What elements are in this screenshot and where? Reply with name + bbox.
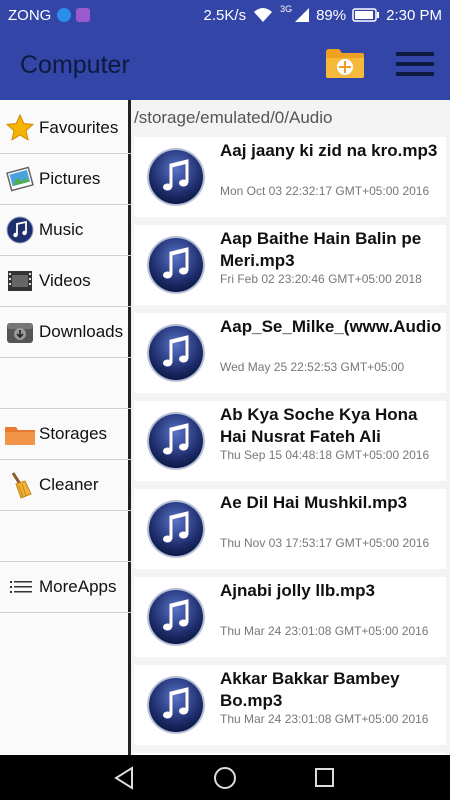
- star-icon: [4, 112, 36, 144]
- sidebar-item-label: Pictures: [39, 169, 101, 188]
- file-name: Ab Kya Soche Kya Hona Hai Nusrat Fateh A…: [220, 405, 418, 446]
- navigation-bar: [0, 755, 450, 800]
- sidebar-item-downloads[interactable]: Downloads: [0, 307, 131, 358]
- file-row[interactable]: Ab Kya Soche Kya Hona Hai Nusrat Fateh A…: [134, 401, 446, 481]
- list-icon: [4, 571, 36, 603]
- file-date: Thu Mar 24 23:01:08 GMT+05:00 2016: [220, 712, 429, 726]
- network-type: 3G: [280, 4, 293, 14]
- sidebar-item-moreapps[interactable]: MoreApps: [0, 562, 131, 613]
- page-title: Computer: [20, 51, 130, 79]
- sidebar-item-label: Favourites: [39, 118, 119, 137]
- broom-icon: [4, 469, 36, 501]
- file-date: Thu Mar 24 23:01:08 GMT+05:00 2016: [220, 624, 429, 638]
- file-row[interactable]: Ae Dil Hai Mushkil.mp3 Thu Nov 03 17:53:1…: [134, 489, 446, 569]
- new-folder-button[interactable]: [324, 46, 366, 80]
- breadcrumb: /storage/emulated/0/Audio: [134, 108, 333, 127]
- file-date: Wed May 25 22:52:53 GMT+05:00: [220, 360, 405, 374]
- hamburger-line: [396, 72, 434, 76]
- app-bar: Computer: [0, 30, 450, 100]
- storage-folder-icon: [4, 418, 36, 450]
- music-file-icon: [146, 411, 206, 471]
- file-row[interactable]: Ajnabi jolly llb.mp3 Thu Mar 24 23:01:08 …: [134, 577, 446, 657]
- file-date: Fri Feb 02 23:20:46 GMT+05:00 2018: [220, 272, 422, 286]
- music-icon: [4, 214, 36, 246]
- file-row[interactable]: Aaj jaany ki zid na kro.mp3 Mon Oct 03 22…: [134, 137, 446, 217]
- file-name: Aap Baithe Hain Balin pe Meri.mp3: [220, 229, 422, 270]
- battery-icon: [352, 8, 380, 22]
- sidebar-item-label: MoreApps: [39, 577, 117, 596]
- home-button[interactable]: [212, 765, 238, 791]
- home-circle-icon: [214, 767, 236, 789]
- folder-plus-icon: [326, 49, 364, 78]
- sidebar-item-label: Videos: [39, 271, 91, 290]
- back-triangle-icon: [114, 766, 133, 790]
- music-file-icon: [146, 675, 206, 735]
- music-file-icon: [146, 323, 206, 383]
- wifi-icon: [254, 8, 273, 22]
- carrier-name: ZONG: [8, 6, 52, 24]
- sidebar-item-label: Music: [39, 220, 84, 239]
- battery-percent: 89%: [316, 6, 347, 24]
- hamburger-line: [396, 62, 434, 66]
- file-name: Akkar Bakkar Bambey Bo.mp3: [220, 669, 400, 710]
- file-row[interactable]: Akkar Bakkar Bambey Bo.mp3 Thu Mar 24 23:…: [134, 665, 446, 745]
- sidebar-spacer: [0, 511, 131, 562]
- file-row[interactable]: Aap_Se_Milke_(www.Audio.PK).mp3 Wed May 2…: [134, 313, 446, 393]
- file-date: Thu Nov 03 17:53:17 GMT+05:00 2016: [220, 536, 430, 550]
- videos-icon: [4, 265, 36, 297]
- clock: 2:30 PM: [386, 6, 442, 24]
- file-list-pane: /storage/emulated/0/Audio Aaj jaany ki z…: [134, 100, 450, 755]
- downloads-icon: [4, 316, 36, 348]
- sidebar-item-storages[interactable]: Storages: [0, 409, 131, 460]
- sidebar-item-label: Storages: [39, 424, 108, 443]
- sidebar-item-favourites[interactable]: Favourites: [0, 103, 131, 154]
- messenger-notification-icon: [57, 8, 72, 22]
- back-button[interactable]: [112, 765, 138, 791]
- gallery-notification-icon: [76, 8, 91, 22]
- file-name: Ae Dil Hai Mushkil.mp3: [220, 493, 408, 512]
- sidebar-spacer: [0, 358, 131, 409]
- file-date: Mon Oct 03 22:32:17 GMT+05:00 2016: [220, 184, 430, 198]
- sidebar-item-label: Cleaner: [39, 475, 99, 494]
- status-bar: ZONG 2.5K/s 3G 89% 2:30 PM: [0, 0, 450, 30]
- pictures-icon: [4, 163, 36, 195]
- hamburger-menu-icon: [396, 52, 434, 56]
- sidebar-item-cleaner[interactable]: Cleaner: [0, 460, 131, 511]
- network-speed: 2.5K/s: [203, 6, 247, 24]
- recents-button[interactable]: [312, 765, 338, 791]
- music-file-icon: [146, 499, 206, 559]
- file-date: Thu Sep 15 04:48:18 GMT+05:00 2016: [220, 448, 430, 462]
- music-file-icon: [146, 587, 206, 647]
- sidebar: Favourites Pictures Music Videos Downloa…: [0, 100, 131, 755]
- sidebar-item-music[interactable]: Music: [0, 205, 131, 256]
- file-name: Aap_Se_Milke_(www.Audio.PK).mp3: [220, 317, 442, 336]
- file-name: Aaj jaany ki zid na kro.mp3: [220, 141, 438, 160]
- sidebar-item-pictures[interactable]: Pictures: [0, 154, 131, 205]
- music-file-icon: [146, 235, 206, 295]
- sidebar-item-videos[interactable]: Videos: [0, 256, 131, 307]
- file-row[interactable]: Aap Baithe Hain Balin pe Meri.mp3 Fri Feb…: [134, 225, 446, 305]
- music-file-icon: [146, 147, 206, 207]
- file-name: Ajnabi jolly llb.mp3: [220, 581, 375, 600]
- recents-square-icon: [315, 768, 334, 787]
- menu-button[interactable]: [396, 52, 434, 78]
- signal-icon: [295, 8, 310, 22]
- sidebar-item-label: Downloads: [39, 322, 124, 341]
